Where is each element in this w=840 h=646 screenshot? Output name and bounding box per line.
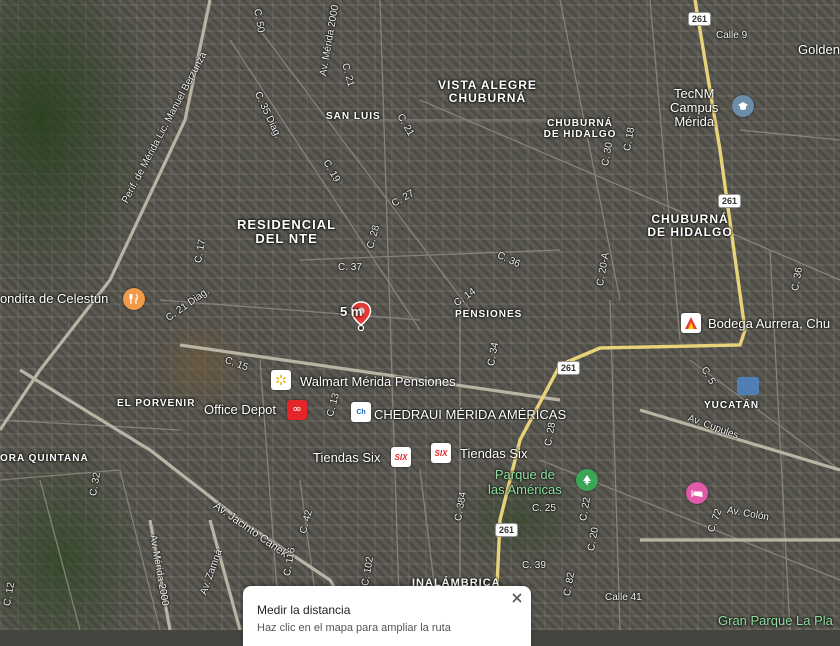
street-line: [739, 129, 840, 141]
street-line: [609, 299, 621, 630]
poi-label-text: Mérida: [674, 114, 715, 129]
fork-knife-icon: [129, 293, 138, 304]
tree-icon: [583, 475, 591, 485]
chedraui-logo-icon: Ch: [356, 408, 366, 416]
measure-card-title: Medir la distancia: [257, 603, 351, 617]
graduation-cap-icon: [738, 102, 748, 110]
chedraui-icon[interactable]: Ch: [351, 402, 371, 422]
bodega-aurrera-icon[interactable]: [681, 313, 701, 333]
street-line: [649, 0, 681, 341]
pin-distance-label: 5 m: [340, 304, 363, 319]
cupules-road: [639, 408, 840, 472]
street-label: C. 37: [338, 262, 362, 273]
six-logo-icon: SIX: [394, 452, 408, 462]
close-button[interactable]: [509, 590, 525, 606]
poi-label-tiendas-six[interactable]: Tiendas Six: [313, 450, 380, 465]
area-label-text: CHUBURNÁ: [448, 90, 527, 105]
poi-label-fondita[interactable]: Fondita de Celestún: [0, 291, 108, 306]
area-label-text: EL PORVENIR: [117, 398, 196, 409]
street-label: Calle 41: [605, 592, 642, 603]
poi-label-chedraui[interactable]: CHEDRAUI MÉRIDA AMÉRICAS: [374, 407, 566, 422]
area-label-san-luis: SAN LUIS: [326, 111, 381, 123]
street-line: [39, 479, 81, 630]
restaurant-icon[interactable]: [123, 288, 145, 310]
measure-card-hint: Haz clic en el mapa para ampliar la ruta: [257, 622, 451, 634]
area-label-el-porvenir: EL PORVENIR: [117, 398, 196, 410]
area-label-text: CHUBURNÁ DE HIDALGO: [543, 118, 617, 140]
poi-label-parque[interactable]: Parque de las Américas: [488, 467, 562, 497]
street-line: [259, 29, 471, 311]
c15-road: [179, 343, 561, 402]
area-label-yucatan: YUCATÁN: [704, 400, 760, 412]
tiendas-six-icon[interactable]: SIX: [391, 447, 411, 467]
street-line: [379, 0, 401, 630]
hotel-icon[interactable]: [686, 482, 708, 504]
street-label: C. 39: [522, 560, 546, 571]
area-label-text: DEL NTE: [255, 230, 318, 246]
area-label-text: ORA QUINTANA: [0, 453, 89, 464]
poi-label-text: Parque de: [494, 467, 555, 482]
poi-label-text: Campus: [670, 100, 719, 115]
street-line: [229, 39, 421, 331]
area-label-vista-alegre: VISTA ALEGRE CHUBURNÁ: [438, 79, 537, 104]
poi-label-text: TecNM: [673, 86, 715, 101]
route-shield-261: 261: [718, 194, 742, 208]
area-label-pensiones: PENSIONES: [455, 309, 523, 321]
route-shield-261: 261: [688, 12, 712, 26]
perif-road: [0, 0, 212, 431]
area-label-text: SAN LUIS: [326, 111, 381, 122]
poi-label-office-depot[interactable]: Office Depot: [204, 402, 276, 417]
poi-label-tiendas-six[interactable]: Tiendas Six: [460, 446, 527, 461]
poi-label-text: las Américas: [488, 482, 562, 497]
poi-label-gran-parque[interactable]: Gran Parque La Pla: [718, 613, 833, 628]
street-line: [299, 249, 561, 261]
area-label-text: Golden: [798, 42, 840, 57]
area-label-text: CHUBURNÁ DE HIDALGO: [647, 212, 733, 239]
area-label-text: PENSIONES: [455, 309, 523, 320]
street-line: [0, 419, 181, 431]
bed-icon: [691, 490, 703, 497]
aurrera-logo-icon: [685, 317, 697, 329]
six-logo-icon: SIX: [434, 448, 448, 458]
area-label-chuburna-hidalgo-top: CHUBURNÁ DE HIDALGO: [540, 118, 620, 140]
spark-icon: [276, 375, 286, 385]
tiendas-six-icon[interactable]: SIX: [431, 443, 451, 463]
area-label-chuburna-hidalgo: CHUBURNÁ DE HIDALGO: [645, 213, 735, 238]
street-line: [769, 249, 791, 630]
close-icon: [512, 593, 522, 603]
walmart-icon[interactable]: [271, 370, 291, 390]
poi-label-walmart[interactable]: Walmart Mérida Pensiones: [300, 374, 456, 389]
area-label-text: YUCATÁN: [704, 400, 760, 411]
street-label: C. 25: [532, 503, 556, 514]
poi-label-tecnm[interactable]: TecNM Campus Mérida: [670, 87, 718, 129]
route-shield-261: 261: [557, 361, 581, 375]
route-shield-261: 261: [495, 523, 519, 537]
measure-distance-card: Medir la distancia Haz clic en el mapa p…: [243, 586, 531, 646]
park-icon[interactable]: [576, 469, 598, 491]
area-label-ora-quintana: ORA QUINTANA: [0, 453, 89, 465]
office-depot-logo-icon: OD: [293, 407, 301, 413]
area-label-golden: Golden: [798, 42, 840, 57]
street-label: Calle 9: [716, 30, 748, 41]
office-depot-icon[interactable]: OD: [287, 400, 307, 420]
poi-label-bodega[interactable]: Bodega Aurrera, Chu: [708, 316, 830, 331]
area-label-residencial: RESIDENCIAL DEL NTE: [237, 218, 336, 245]
pool-area: [737, 377, 759, 395]
satellite-map[interactable]: VISTA ALEGRE CHUBURNÁ CHUBURNÁ DE HIDALG…: [0, 0, 840, 630]
education-icon[interactable]: [732, 95, 754, 117]
